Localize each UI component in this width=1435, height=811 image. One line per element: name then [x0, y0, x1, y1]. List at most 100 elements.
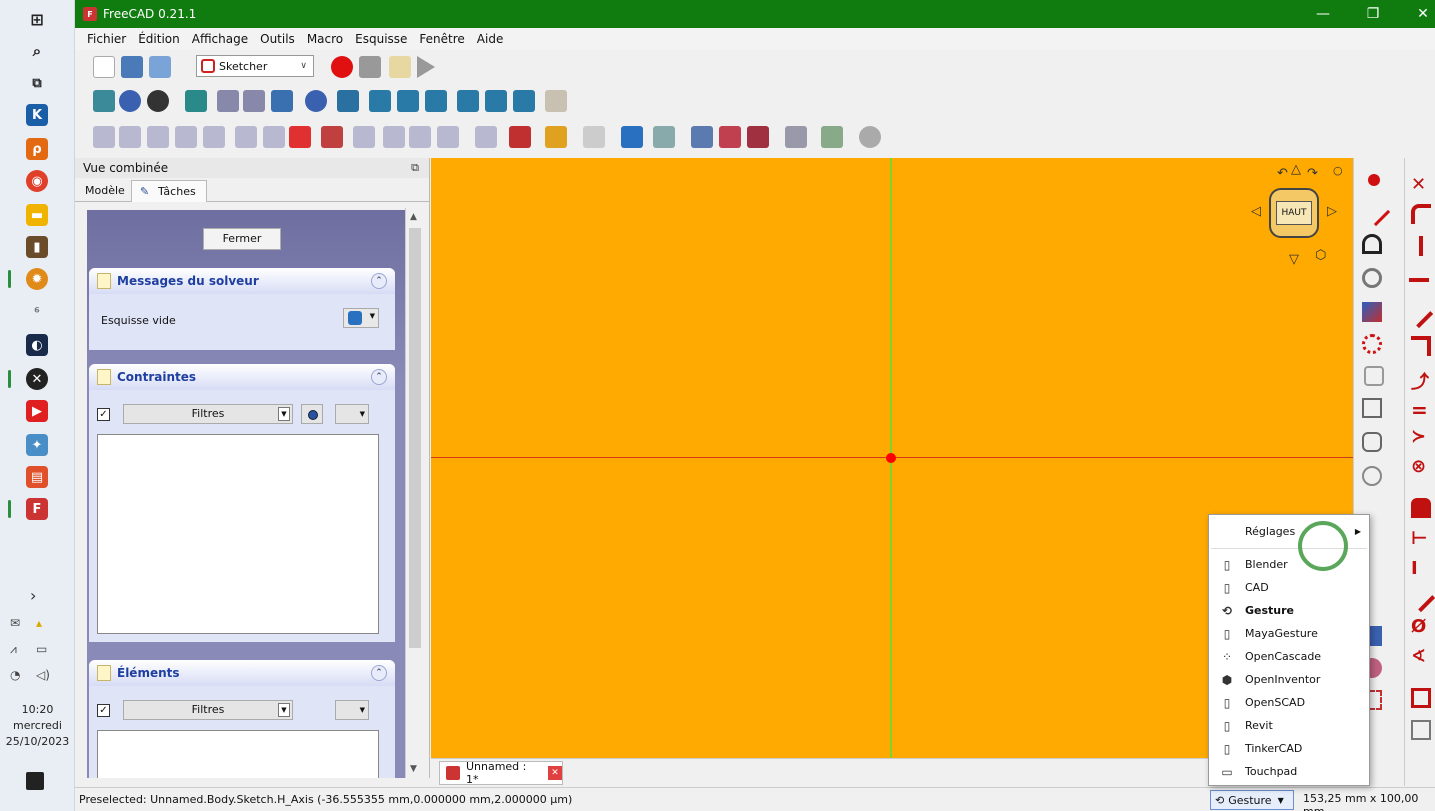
- document-tab[interactable]: Unnamed : 1* ✕: [439, 760, 563, 786]
- constrain-perpendicular-icon[interactable]: [1411, 336, 1431, 356]
- menu-affichage[interactable]: Affichage: [186, 32, 254, 46]
- sketch-tool-7-icon[interactable]: [263, 126, 285, 148]
- edit-macro-icon[interactable]: [389, 56, 411, 78]
- constraints-filter-select[interactable]: Filtres ▼: [123, 404, 293, 424]
- windows-start-icon[interactable]: ⊞: [26, 8, 48, 30]
- freecad-taskbar-icon[interactable]: F: [26, 498, 48, 520]
- sketch-tool-13-icon[interactable]: [437, 126, 459, 148]
- nav-menu-icon[interactable]: ○: [1333, 164, 1343, 177]
- sketch-tool-4-icon[interactable]: [175, 126, 197, 148]
- menu-item-openscad[interactable]: ▯ OpenSCAD: [1209, 691, 1369, 714]
- library-icon[interactable]: ▮: [26, 236, 48, 258]
- solver-messages-header[interactable]: Messages du solveur ⌃: [89, 268, 395, 294]
- isometric-icon[interactable]: [337, 90, 359, 112]
- minimize-button[interactable]: —: [1303, 0, 1343, 28]
- view-menu-cube-icon[interactable]: ⬡: [1315, 248, 1326, 263]
- app-search-orange-icon[interactable]: ρ: [26, 138, 48, 160]
- scroll-down-icon[interactable]: ▼: [410, 764, 417, 774]
- create-point-icon[interactable]: [1368, 174, 1380, 186]
- menu-esquisse[interactable]: Esquisse: [349, 32, 413, 46]
- collapse-icon[interactable]: ⌃: [371, 665, 387, 681]
- rotate-right-arrow-icon[interactable]: ↷: [1307, 166, 1318, 181]
- sketch-tool-3-icon[interactable]: [147, 126, 169, 148]
- show-hidden-icons-icon[interactable]: ›: [30, 586, 36, 605]
- view-section-icon[interactable]: [747, 126, 769, 148]
- app-network-icon[interactable]: ✦: [26, 434, 48, 456]
- grid-icon[interactable]: [785, 126, 807, 148]
- menu-item-tinkercad[interactable]: ▯ TinkerCAD: [1209, 737, 1369, 760]
- constraints-list[interactable]: [97, 434, 379, 634]
- rendering-order-icon[interactable]: [859, 126, 881, 148]
- record-macro-icon[interactable]: [331, 56, 353, 78]
- sketch-tool-6-icon[interactable]: [235, 126, 257, 148]
- app-dark-icon[interactable]: ◐: [26, 334, 48, 356]
- constrain-angle-icon[interactable]: ∢: [1411, 646, 1431, 667]
- visibility-icon[interactable]: [301, 404, 323, 424]
- sketch-tool-12-icon[interactable]: [409, 126, 431, 148]
- snap-icon[interactable]: [821, 126, 843, 148]
- constrain-distance-icon[interactable]: [1406, 583, 1435, 613]
- constrain-parallel-icon[interactable]: [1404, 299, 1434, 329]
- view-sketch-icon[interactable]: [719, 126, 741, 148]
- menu-macro[interactable]: Macro: [301, 32, 349, 46]
- maximize-button[interactable]: ❐: [1353, 0, 1393, 28]
- constrain-tangent-icon[interactable]: ⤴: [1411, 368, 1431, 393]
- auto-update-button[interactable]: ▼: [343, 308, 379, 328]
- draw-style-icon[interactable]: [147, 90, 169, 112]
- constrain-horizontal-distance-icon[interactable]: ⊢: [1411, 528, 1431, 549]
- task-view-icon[interactable]: ⧉: [26, 72, 48, 94]
- leave-sketch-icon[interactable]: [691, 126, 713, 148]
- view-front-icon[interactable]: [369, 90, 391, 112]
- fit-all-icon[interactable]: [93, 90, 115, 112]
- close-tab-icon[interactable]: ✕: [548, 766, 563, 780]
- mail-icon[interactable]: ✉: [10, 616, 20, 630]
- action-center-icon[interactable]: [26, 772, 44, 790]
- battery-icon[interactable]: ▭: [36, 642, 47, 656]
- search-icon[interactable]: ⌕: [26, 40, 48, 62]
- nav-right-arrow-icon[interactable]: ▷: [1327, 204, 1337, 219]
- constrain-lock-icon[interactable]: [1411, 498, 1431, 518]
- new-document-icon[interactable]: [93, 56, 115, 78]
- menu-item-revit[interactable]: ▯ Revit: [1209, 714, 1369, 737]
- menu-fenetre[interactable]: Fenêtre: [413, 32, 470, 46]
- constrain-vertical-icon[interactable]: [1419, 236, 1423, 256]
- elements-list[interactable]: [97, 730, 379, 778]
- sketch-tool-5-icon[interactable]: [203, 126, 225, 148]
- elements-filter-select[interactable]: Filtres ▼: [123, 700, 293, 720]
- save-document-icon[interactable]: [149, 56, 171, 78]
- constrain-diameter-icon[interactable]: Ø: [1411, 616, 1431, 637]
- constrain-coincident-icon[interactable]: ✕: [1411, 174, 1431, 195]
- sketch-tool-1-icon[interactable]: [93, 126, 115, 148]
- sketch-tool-9-icon[interactable]: [321, 126, 343, 148]
- close-task-button[interactable]: Fermer: [203, 228, 281, 250]
- menu-aide[interactable]: Aide: [471, 32, 510, 46]
- redo-icon[interactable]: [583, 126, 605, 148]
- menu-item-cad[interactable]: ▯ CAD: [1209, 576, 1369, 599]
- undock-icon[interactable]: ⧉: [411, 158, 419, 178]
- run-macro-icon[interactable]: [417, 56, 435, 78]
- create-polyline-icon[interactable]: [1364, 366, 1384, 386]
- constrain-symmetric-icon[interactable]: ≻: [1411, 426, 1431, 447]
- sketch-tool-10-icon[interactable]: [353, 126, 375, 148]
- view-rear-icon[interactable]: [457, 90, 479, 112]
- wifi-signal-icon[interactable]: ⩘: [10, 642, 17, 657]
- create-polygon-icon[interactable]: [1362, 432, 1382, 452]
- menu-item-mayagesture[interactable]: ▯ MayaGesture: [1209, 622, 1369, 645]
- elements-filter-checkbox[interactable]: ✓: [97, 704, 110, 717]
- stop-macro-icon[interactable]: [359, 56, 381, 78]
- create-line-icon[interactable]: [1361, 197, 1391, 227]
- constrain-equal-icon[interactable]: =: [1411, 398, 1431, 422]
- collapse-icon[interactable]: ⌃: [371, 273, 387, 289]
- navigation-cube[interactable]: ↶ △ ↷ ○ ◁ HAUT ▷ ▽ ⬡: [1249, 162, 1349, 274]
- app-orange-doc-icon[interactable]: ▤: [26, 466, 48, 488]
- taskbar-clock[interactable]: 10:20 mercredi 25/10/2023: [0, 702, 75, 750]
- menu-item-opencascade[interactable]: ⁘ OpenCascade: [1209, 645, 1369, 668]
- navigation-style-button[interactable]: ⟲ Gesture ▼: [1210, 790, 1294, 810]
- origin-point[interactable]: [886, 453, 896, 463]
- scroll-thumb[interactable]: [409, 228, 421, 648]
- rotate-left-arrow-icon[interactable]: ↶: [1277, 166, 1288, 181]
- constraints-filter-checkbox[interactable]: ✓: [97, 408, 110, 421]
- open-document-icon[interactable]: [121, 56, 143, 78]
- bounding-box-icon[interactable]: [185, 90, 207, 112]
- measure-distance-icon[interactable]: [545, 90, 567, 112]
